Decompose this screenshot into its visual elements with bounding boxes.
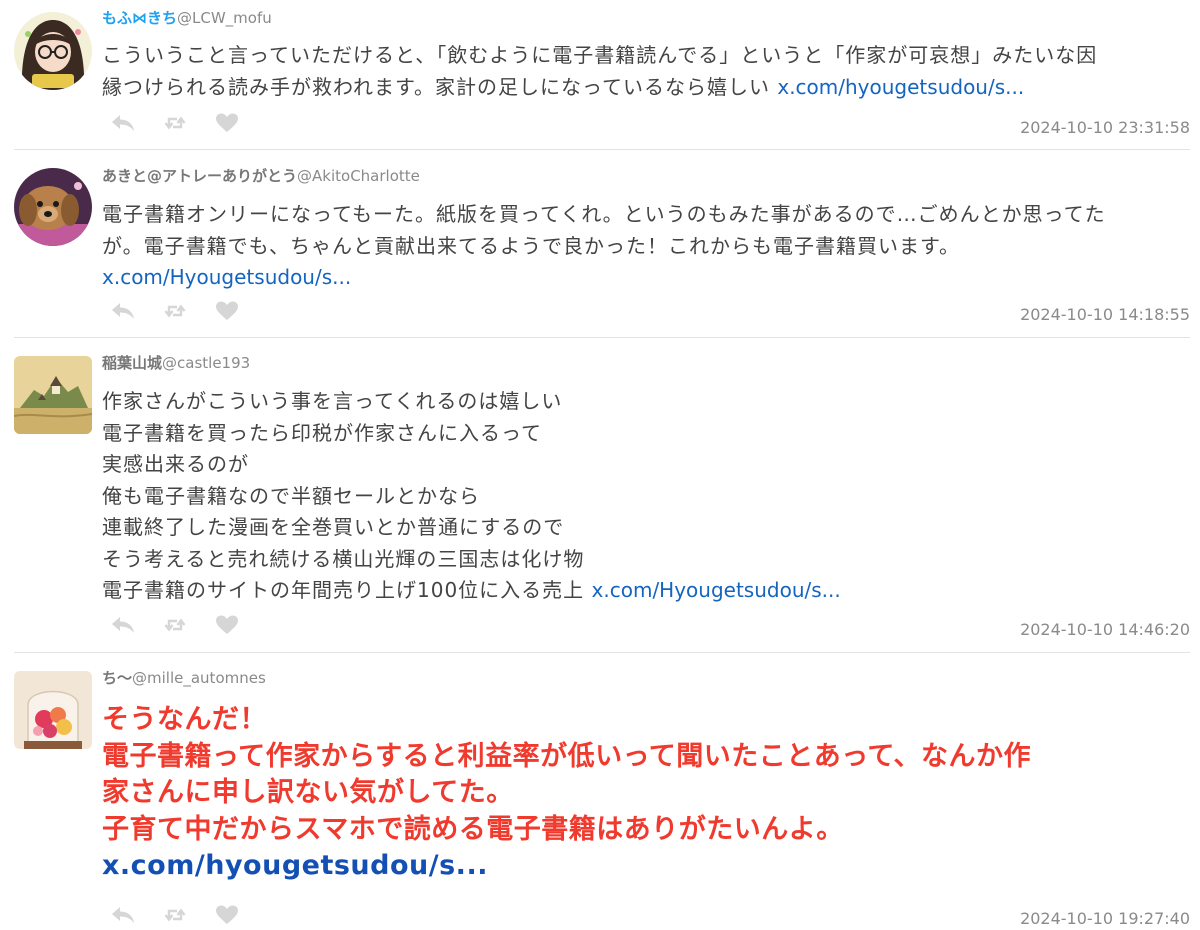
divider <box>14 149 1190 150</box>
retweet-icon[interactable] <box>162 614 188 636</box>
heart-icon[interactable] <box>214 904 240 926</box>
heart-icon[interactable] <box>214 614 240 636</box>
divider <box>14 652 1190 653</box>
tweet-line: 子育て中だからスマホで読める電子書籍はありがたいんよ。 <box>102 813 844 845</box>
avatar-image <box>14 356 92 434</box>
reply-icon[interactable] <box>110 614 136 636</box>
tweet-link[interactable]: x.com/Hyougetsudou/s... <box>102 265 351 289</box>
tweet-link[interactable]: x.com/hyougetsudou/s... <box>777 75 1024 99</box>
tweet-line: 家さんに申し訳ない気がしてた。 <box>102 777 514 809</box>
tweet-text: 電子書籍オンリーになってもーた。紙版を買ってくれ。というのもみた事があるので…ご… <box>102 199 1182 294</box>
tweet-timestamp[interactable]: 2024-10-10 14:18:55 <box>1020 305 1190 324</box>
divider <box>14 337 1190 338</box>
tweet-header: もふ⋈きち@LCW_mofu <box>102 8 272 28</box>
tweet-line: そうなんだ！ <box>102 704 267 735</box>
avatar[interactable] <box>14 12 92 90</box>
tweet-line: 電子書籍のサイトの年間売り上げ100位に入る売上 <box>102 578 592 602</box>
avatar[interactable] <box>14 168 92 246</box>
tweet-line: 縁つけられる読み手が救われます。家計の足しになっているなら嬉しい <box>102 74 778 99</box>
tweet-text: こういうこと言っていただけると、「飲むように電子書籍読んでる」というと「作家が可… <box>102 40 1182 103</box>
avatar[interactable] <box>14 356 92 434</box>
tweet-line: 電子書籍オンリーになってもーた。紙版を買ってくれ。というのもみた事があるので…ご… <box>102 202 1106 226</box>
tweet-line: 連載終了した漫画を全巻買いとか普通にするので <box>102 515 565 539</box>
tweet-timestamp[interactable]: 2024-10-10 23:31:58 <box>1020 118 1190 137</box>
retweet-icon[interactable] <box>162 904 188 926</box>
heart-icon[interactable] <box>214 112 240 134</box>
reply-icon[interactable] <box>110 112 136 134</box>
tweet-header: 稲葉山城@castle193 <box>102 353 250 373</box>
tweet-line: 俺も電子書籍なので半額セールとかなら <box>102 483 480 508</box>
tweet-header: ち〜@mille_automnes <box>102 668 266 688</box>
tweet-line: が。電子書籍でも、ちゃんと貢献出来てるようで良かった！これからも電子書籍買います… <box>102 233 960 258</box>
user-handle[interactable]: @AkitoCharlotte <box>297 167 420 185</box>
retweet-icon[interactable] <box>162 300 188 322</box>
tweet-timestamp[interactable]: 2024-10-10 14:46:20 <box>1020 620 1190 639</box>
retweet-icon[interactable] <box>162 112 188 134</box>
avatar-image <box>14 168 92 246</box>
user-handle[interactable]: @mille_automnes <box>132 669 266 687</box>
avatar-image <box>14 671 92 749</box>
tweet-text: 作家さんがこういう事を言ってくれるのは嬉しい 電子書籍を買ったら印税が作家さんに… <box>102 386 1182 607</box>
tweet-header: あきと@アトレーありがとう@AkitoCharlotte <box>102 166 420 186</box>
user-name[interactable]: ち〜 <box>102 669 132 687</box>
tweet-text: そうなんだ！ 電子書籍って作家からすると利益率が低いって聞いたことあって、なんか… <box>102 702 1182 885</box>
user-handle[interactable]: @LCW_mofu <box>177 9 272 27</box>
user-name[interactable]: もふ⋈きち <box>102 9 177 27</box>
heart-icon[interactable] <box>214 300 240 322</box>
tweet-timestamp[interactable]: 2024-10-10 19:27:40 <box>1020 909 1190 928</box>
user-name[interactable]: あきと@アトレーありがとう <box>102 167 297 185</box>
user-handle[interactable]: @castle193 <box>162 354 250 372</box>
tweet-line: 作家さんがこういう事を言ってくれるのは嬉しい <box>102 389 563 413</box>
tweet-link[interactable]: x.com/hyougetsudou/s... <box>102 850 488 881</box>
tweet-line: そう考えると売れ続ける横山光輝の三国志は化け物 <box>102 546 585 571</box>
avatar[interactable] <box>14 671 92 749</box>
tweet-line: 電子書籍を買ったら印税が作家さんに入るって <box>102 420 542 445</box>
avatar-image <box>14 12 92 90</box>
reply-icon[interactable] <box>110 300 136 322</box>
reply-icon[interactable] <box>110 904 136 926</box>
user-name[interactable]: 稲葉山城 <box>102 354 162 372</box>
tweet-line: 電子書籍って作家からすると利益率が低いって聞いたことあって、なんか作 <box>102 740 1032 772</box>
tweet-line: 実感出来るのが <box>102 452 249 476</box>
tweet-link[interactable]: x.com/Hyougetsudou/s... <box>592 578 841 602</box>
tweet-line: こういうこと言っていただけると、「飲むように電子書籍読んでる」というと「作家が可… <box>102 43 1098 67</box>
